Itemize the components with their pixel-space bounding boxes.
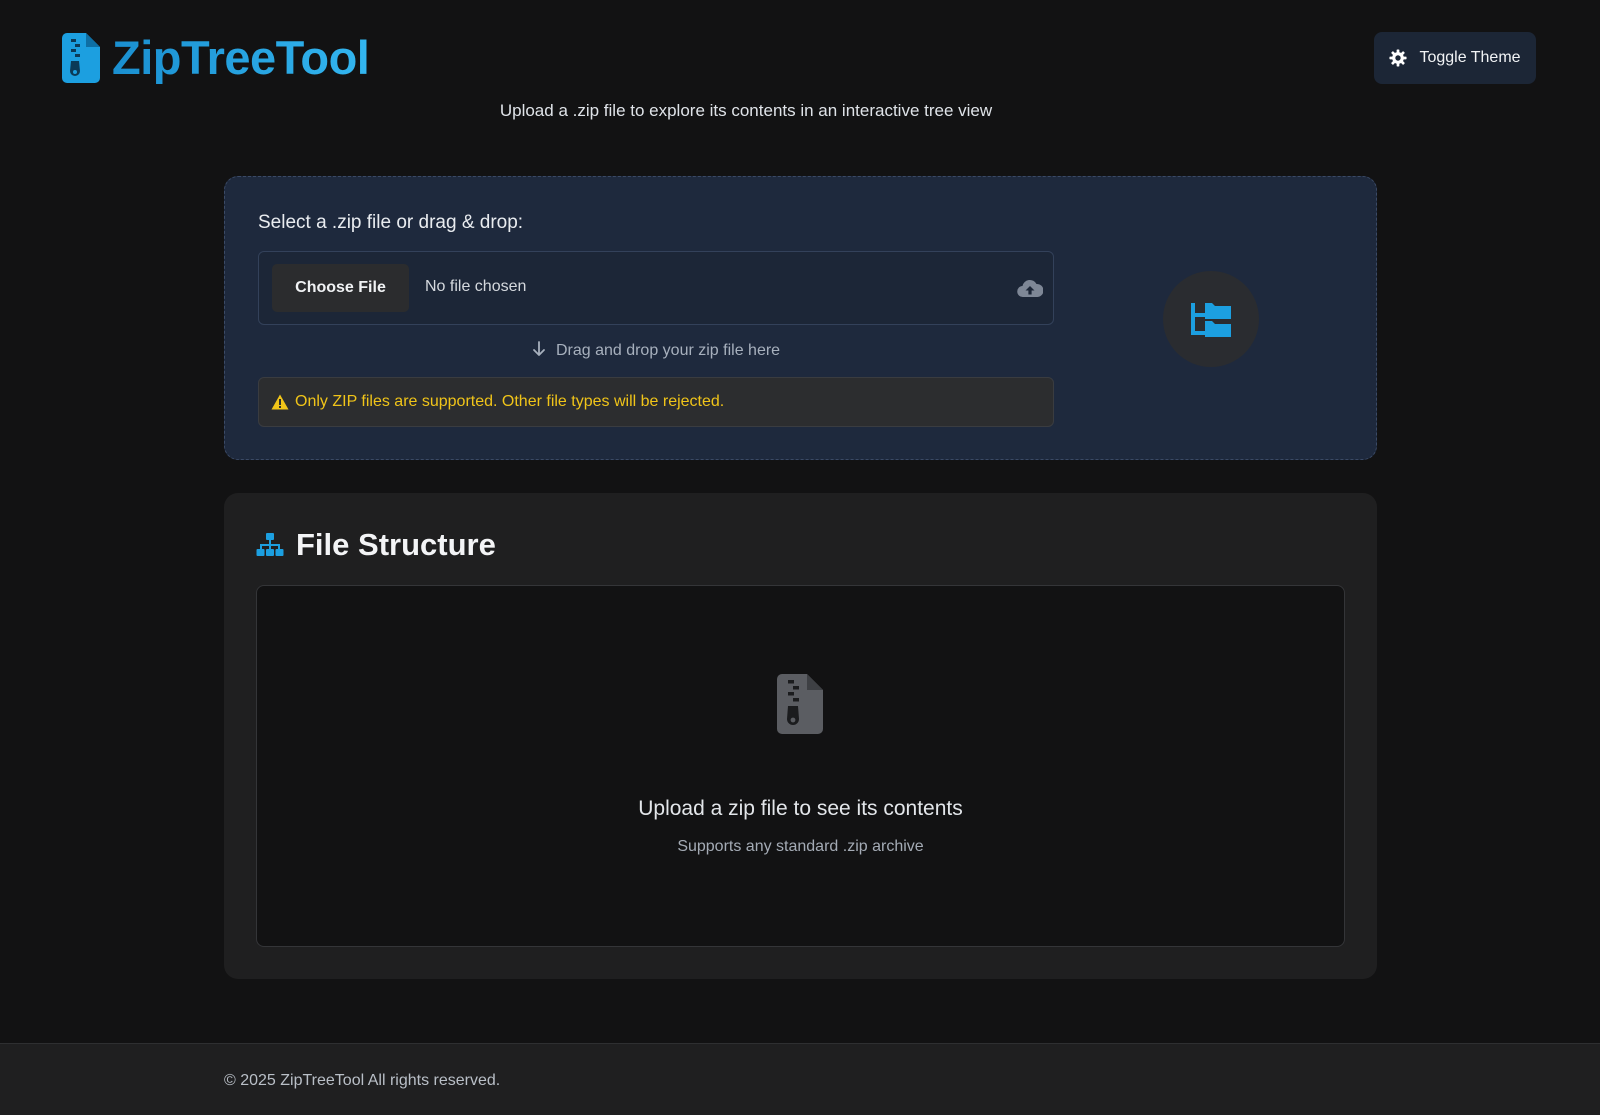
empty-state-subtitle: Supports any standard .zip archive	[677, 838, 924, 855]
drag-drop-label: Drag and drop your zip file here	[555, 342, 781, 359]
file-zipper-icon	[62, 33, 100, 83]
drag-drop-hint: Drag and drop your zip file here	[258, 341, 1054, 360]
file-tree-view: Upload a zip file to see its contents Su…	[256, 585, 1345, 947]
folder-tree-icon	[1191, 303, 1231, 337]
footer-copyright: © 2025 ZipTreeTool All rights reserved.	[224, 1072, 501, 1089]
toggle-theme-label: Toggle Theme	[1419, 49, 1521, 66]
file-input[interactable]: Choose File No file chosen	[258, 251, 1054, 325]
file-structure-panel: File Structure Upload a zip file to see …	[224, 493, 1377, 979]
folder-tree-badge	[1163, 271, 1259, 367]
arrow-down-icon	[533, 341, 545, 356]
choose-file-button[interactable]: Choose File	[272, 264, 409, 312]
file-status: No file chosen	[425, 278, 527, 295]
warning-text: Only ZIP files are supported. Other file…	[295, 393, 725, 410]
file-structure-heading: File Structure	[256, 527, 496, 563]
brand: ZipTreeTool	[62, 31, 370, 84]
file-structure-title: File Structure	[296, 527, 496, 562]
empty-state-title: Upload a zip file to see its contents	[638, 797, 963, 820]
warning-triangle-icon	[271, 394, 289, 410]
file-zipper-icon	[777, 674, 823, 734]
upload-heading: Select a .zip file or drag & drop:	[258, 212, 524, 233]
app-title: ZipTreeTool	[112, 31, 370, 84]
subtitle: Upload a .zip file to explore its conten…	[499, 101, 993, 120]
cloud-upload-icon	[1017, 279, 1043, 298]
toggle-theme-button[interactable]: Toggle Theme	[1374, 32, 1536, 84]
sitemap-icon	[256, 533, 284, 556]
gear-icon	[1389, 49, 1407, 67]
file-type-warning: Only ZIP files are supported. Other file…	[258, 377, 1054, 427]
upload-dropzone[interactable]: Select a .zip file or drag & drop: Choos…	[224, 176, 1377, 460]
footer: © 2025 ZipTreeTool All rights reserved.	[0, 1043, 1600, 1115]
page: ZipTreeTool Toggle Theme Upload a .zip f…	[0, 0, 1600, 1115]
